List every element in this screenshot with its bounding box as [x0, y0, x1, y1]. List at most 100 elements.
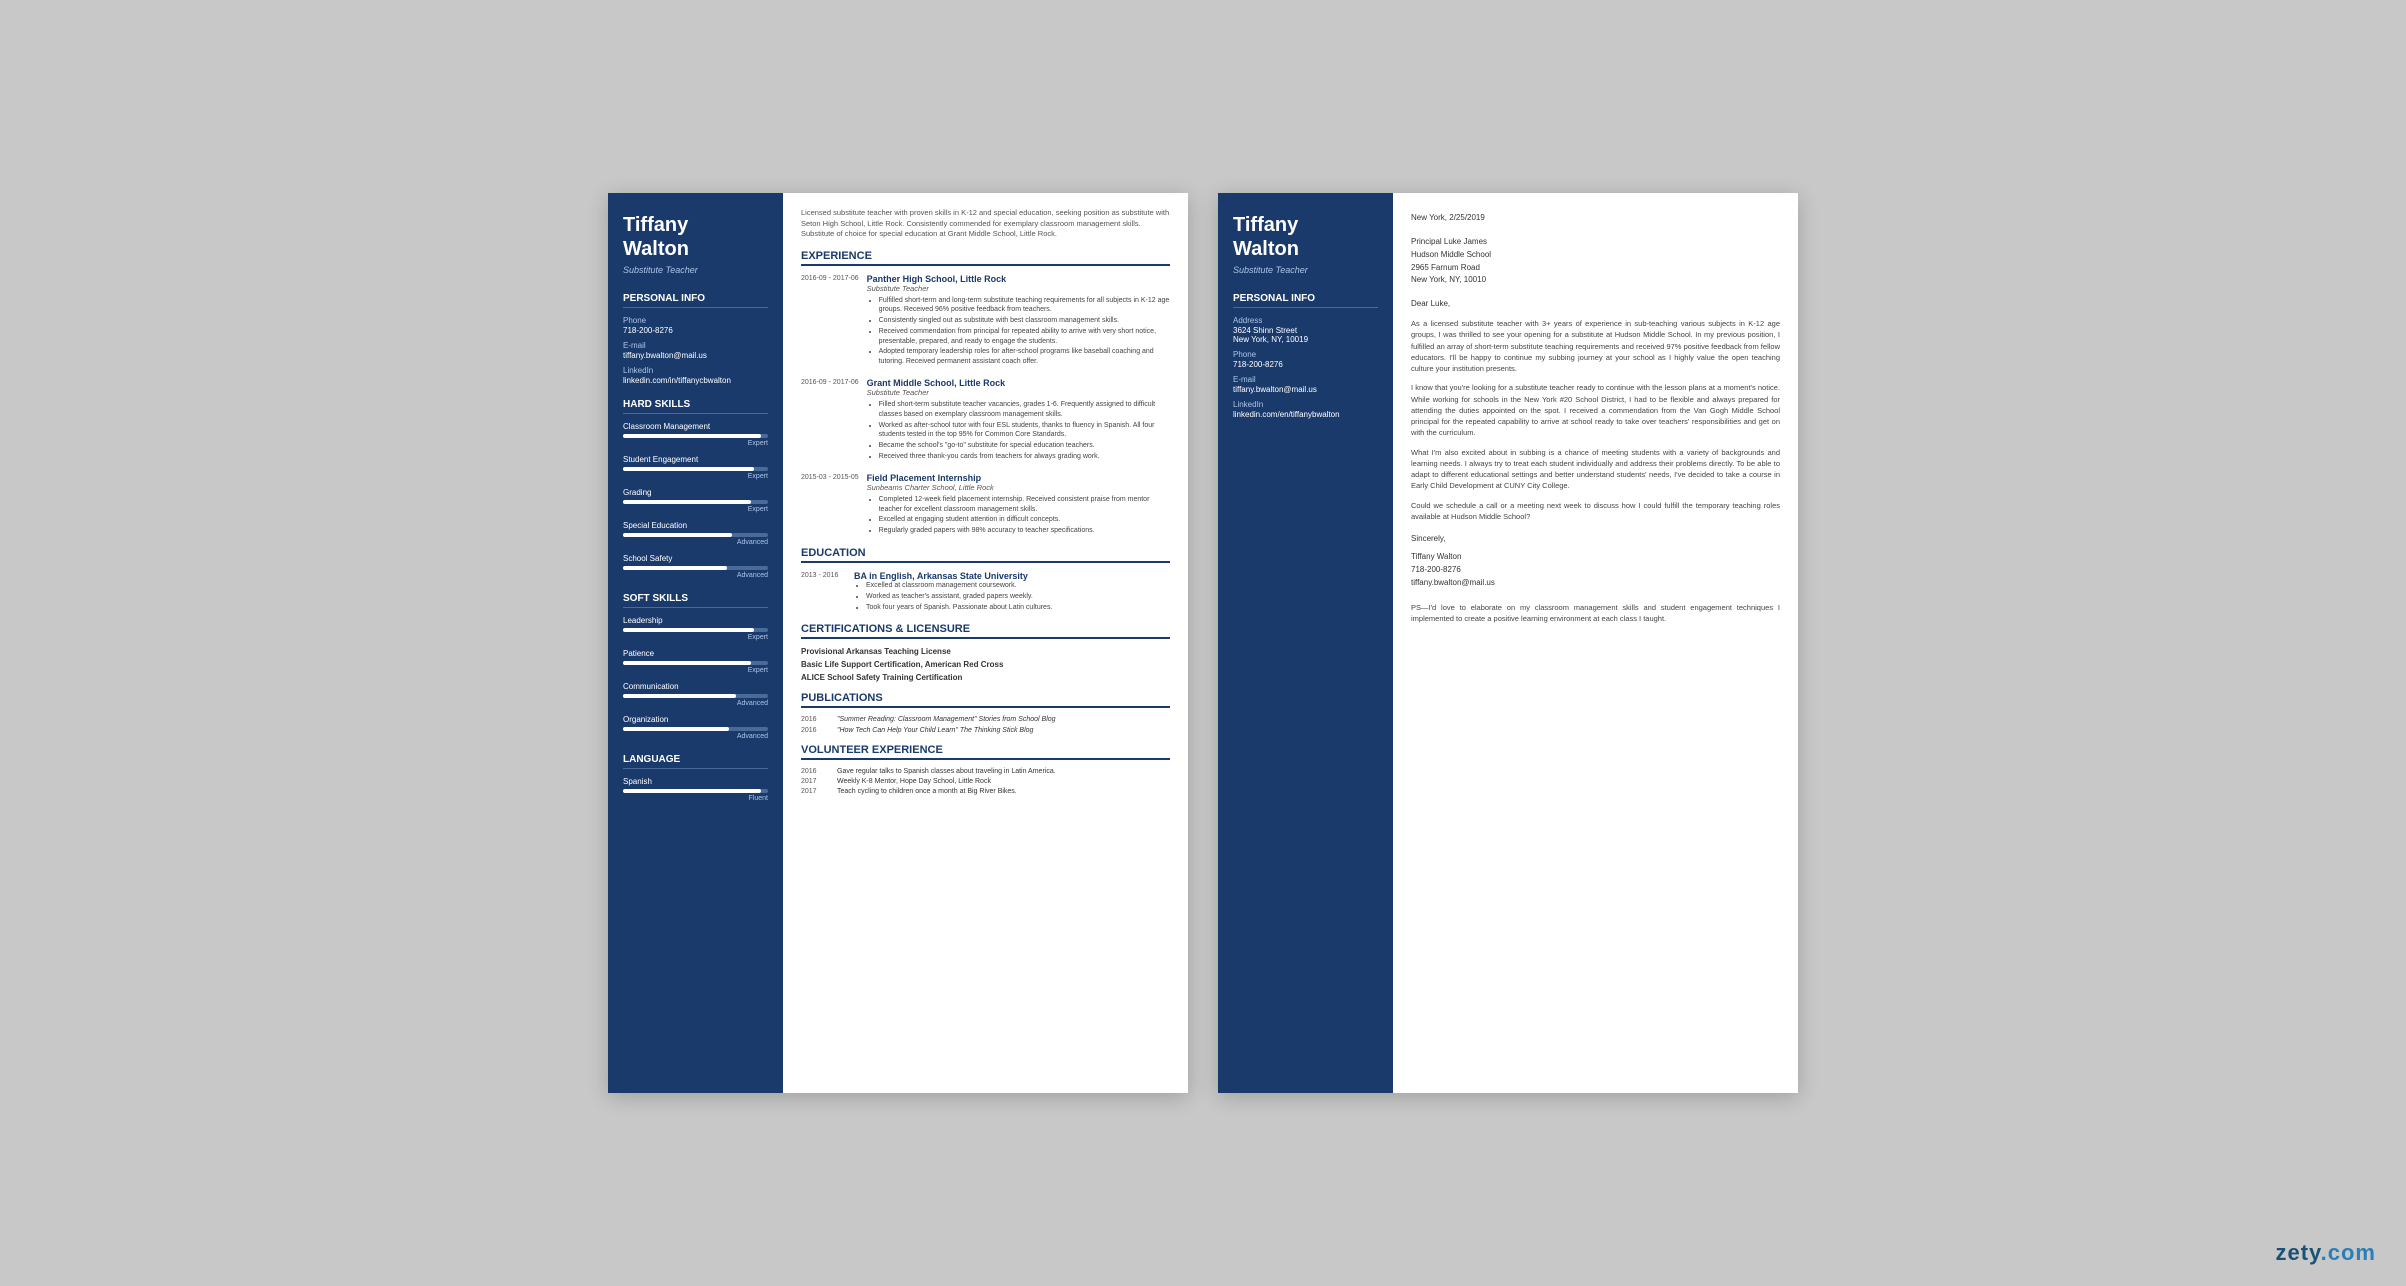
resume-sidebar: Tiffany Walton Substitute Teacher Person…	[608, 193, 783, 1093]
skill-bar-bg	[623, 661, 768, 665]
edu-bullet: Excelled at classroom management coursew…	[866, 581, 1170, 591]
volunteer-heading: Volunteer Experience	[801, 744, 1170, 760]
vol-text: Gave regular talks to Spanish classes ab…	[837, 768, 1056, 775]
skill-bar-bg	[623, 566, 768, 570]
skill-bar-fill	[623, 566, 727, 570]
edu-bullets: Excelled at classroom management coursew…	[854, 581, 1170, 612]
volunteer-item: 2016 Gave regular talks to Spanish class…	[801, 768, 1170, 775]
cover-signature: Tiffany Walton 718-200-8276 tiffany.bwal…	[1411, 551, 1780, 589]
exp-bullet: Filled short-term substitute teacher vac…	[879, 400, 1170, 420]
certification-item: Basic Life Support Certification, Americ…	[801, 660, 1170, 669]
publication-item: 2016 "Summer Reading: Classroom Manageme…	[801, 716, 1170, 723]
resume-summary: Licensed substitute teacher with proven …	[801, 208, 1170, 240]
exp-date: 2016-09 - 2017-06	[801, 274, 859, 369]
skill-bar-bg	[623, 467, 768, 471]
edu-degree: BA in English, Arkansas State University	[854, 571, 1170, 581]
recipient-address1: 2965 Farnum Road	[1411, 262, 1780, 275]
skill-level: Advanced	[623, 700, 768, 707]
edu-bullet: Worked as teacher's assistant, graded pa…	[866, 592, 1170, 602]
skill-level: Advanced	[623, 539, 768, 546]
skill-name: Organization	[623, 715, 768, 724]
education-item: 2013 - 2016 BA in English, Arkansas Stat…	[801, 571, 1170, 613]
exp-date: 2016-09 - 2017-06	[801, 378, 859, 463]
hard-skill-item: Classroom Management Expert	[623, 422, 768, 447]
resume-document: Tiffany Walton Substitute Teacher Person…	[608, 193, 1188, 1093]
zety-watermark: zety.com	[2275, 1240, 2376, 1266]
cover-sidebar: Tiffany Walton Substitute Teacher Person…	[1218, 193, 1393, 1093]
cover-letter-document: Tiffany Walton Substitute Teacher Person…	[1218, 193, 1798, 1093]
phone-label: Phone	[623, 316, 768, 325]
skill-name: Classroom Management	[623, 422, 768, 431]
vol-year: 2017	[801, 788, 829, 795]
language-heading: Language	[623, 754, 768, 769]
exp-role: Substitute Teacher	[867, 388, 1170, 397]
edu-details: BA in English, Arkansas State University…	[854, 571, 1170, 613]
publication-item: 2016 "How Tech Can Help Your Child Learn…	[801, 727, 1170, 734]
hard-skills-list: Classroom Management Expert Student Enga…	[623, 422, 768, 579]
sig-name: Tiffany Walton	[1411, 551, 1780, 564]
vol-year: 2017	[801, 778, 829, 785]
volunteer-item: 2017 Teach cycling to children once a mo…	[801, 788, 1170, 795]
cover-email-value: tiffany.bwalton@mail.us	[1233, 385, 1378, 394]
soft-skill-item: Organization Advanced	[623, 715, 768, 740]
volunteer-item: 2017 Weekly K-8 Mentor, Hope Day School,…	[801, 778, 1170, 785]
exp-bullet: Received three thank-you cards from teac…	[879, 452, 1170, 462]
skill-bar-fill	[623, 467, 754, 471]
experience-heading: Experience	[801, 250, 1170, 266]
cover-date: New York, 2/25/2019	[1411, 213, 1780, 222]
certifications-heading: Certifications & Licensure	[801, 623, 1170, 639]
sig-phone: 718-200-8276	[1411, 564, 1780, 577]
cover-recipient: Principal Luke James Hudson Middle Schoo…	[1411, 236, 1780, 287]
exp-company-sub: Sunbeams Charter School, Little Rock	[867, 483, 1170, 492]
pub-year: 2016	[801, 716, 829, 723]
vol-text: Weekly K-8 Mentor, Hope Day School, Litt…	[837, 778, 991, 785]
cover-main: New York, 2/25/2019 Principal Luke James…	[1393, 193, 1798, 1093]
exp-date: 2015-03 - 2015-05	[801, 473, 859, 537]
cover-email-label: E-mail	[1233, 375, 1378, 384]
exp-company: Field Placement Internship	[867, 473, 1170, 483]
linkedin-value: linkedin.com/in/tiffanycbwalton	[623, 376, 768, 385]
skill-bar-bg	[623, 727, 768, 731]
exp-role: Substitute Teacher	[867, 284, 1170, 293]
email-label: E-mail	[623, 341, 768, 350]
skill-bar-fill	[623, 500, 751, 504]
exp-bullet: Consistently singled out as substitute w…	[879, 316, 1170, 326]
soft-skills-heading: Soft Skills	[623, 593, 768, 608]
cover-closing: Sincerely,	[1411, 534, 1780, 543]
exp-bullet: Excelled at engaging student attention i…	[879, 515, 1170, 525]
skill-level: Expert	[623, 473, 768, 480]
skill-level: Advanced	[623, 572, 768, 579]
cover-paragraph: I know that you're looking for a substit…	[1411, 382, 1780, 438]
soft-skill-item: Patience Expert	[623, 649, 768, 674]
language-item: Spanish Fluent	[623, 777, 768, 802]
cover-name: Tiffany Walton	[1233, 213, 1378, 261]
experience-item: 2016-09 - 2017-06 Grant Middle School, L…	[801, 378, 1170, 463]
skill-bar-bg	[623, 533, 768, 537]
exp-bullet: Completed 12-week field placement intern…	[879, 495, 1170, 515]
cover-address1: 3624 Shinn Street	[1233, 326, 1378, 335]
volunteer-list: 2016 Gave regular talks to Spanish class…	[801, 768, 1170, 795]
exp-company: Grant Middle School, Little Rock	[867, 378, 1170, 388]
skill-bar-bg	[623, 500, 768, 504]
language-level: Fluent	[623, 795, 768, 802]
skill-bar-bg	[623, 434, 768, 438]
skill-bar-bg	[623, 694, 768, 698]
education-heading: Education	[801, 547, 1170, 563]
resume-title: Substitute Teacher	[623, 265, 768, 275]
vol-year: 2016	[801, 768, 829, 775]
recipient-address2: New York, NY, 10010	[1411, 274, 1780, 287]
edu-bullet: Took four years of Spanish. Passionate a…	[866, 603, 1170, 613]
skill-bar-fill	[623, 694, 736, 698]
skill-bar-fill	[623, 628, 754, 632]
skill-name: Grading	[623, 488, 768, 497]
skill-bar-fill	[623, 727, 729, 731]
resume-name: Tiffany Walton	[623, 213, 768, 261]
hard-skill-item: Special Education Advanced	[623, 521, 768, 546]
skill-name: Special Education	[623, 521, 768, 530]
exp-bullet: Adopted temporary leadership roles for a…	[879, 347, 1170, 367]
exp-bullets: Filled short-term substitute teacher vac…	[867, 400, 1170, 462]
soft-skill-item: Communication Advanced	[623, 682, 768, 707]
exp-bullet: Worked as after-school tutor with four E…	[879, 421, 1170, 441]
exp-bullet: Became the school's "go-to" substitute f…	[879, 441, 1170, 451]
pub-year: 2016	[801, 727, 829, 734]
